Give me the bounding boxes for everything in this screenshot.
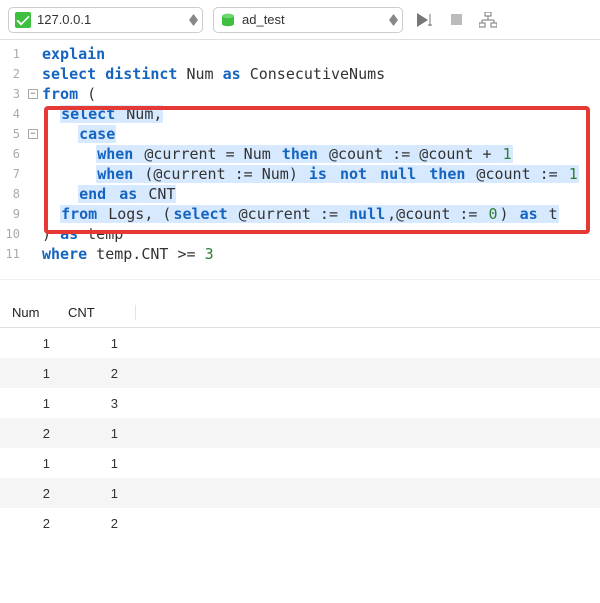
stepper-icon (389, 14, 398, 26)
database-dropdown[interactable]: ad_test (213, 7, 403, 33)
code-text[interactable]: case (40, 124, 600, 144)
cell-num: 1 (0, 456, 68, 471)
line-number: 4 (0, 104, 26, 124)
fold-gutter[interactable]: − (26, 124, 40, 144)
code-line[interactable]: 9 from Logs, (select @current := null,@c… (0, 204, 600, 224)
fold-toggle-icon[interactable]: − (28, 129, 38, 139)
table-row[interactable]: 22 (0, 508, 600, 538)
cell-num: 1 (0, 336, 68, 351)
results-table: Num CNT 11121321112122 (0, 280, 600, 538)
code-text[interactable]: explain (40, 44, 600, 64)
cell-cnt: 2 (68, 366, 136, 381)
run-button[interactable] (413, 9, 435, 31)
fold-gutter (26, 144, 40, 164)
line-number: 5 (0, 124, 26, 144)
code-text[interactable]: from Logs, (select @current := null,@cou… (40, 204, 600, 224)
server-dropdown[interactable]: 127.0.0.1 (8, 7, 203, 33)
code-text[interactable]: when (@current := Num) is not null then … (40, 164, 600, 184)
cell-cnt: 1 (68, 486, 136, 501)
code-text[interactable]: when @current = Num then @count := @coun… (40, 144, 600, 164)
line-number: 7 (0, 164, 26, 184)
cell-num: 2 (0, 516, 68, 531)
code-line[interactable]: 7 when (@current := Num) is not null the… (0, 164, 600, 184)
cell-num: 2 (0, 426, 68, 441)
table-row[interactable]: 11 (0, 448, 600, 478)
sql-editor[interactable]: 1 explain 2 select distinct Num as Consecut… (0, 40, 600, 280)
fold-gutter (26, 104, 40, 124)
fold-toggle-icon[interactable]: − (28, 89, 38, 99)
line-number: 11 (0, 244, 26, 264)
table-row[interactable]: 21 (0, 478, 600, 508)
explain-tree-button[interactable] (477, 9, 499, 31)
cell-cnt: 1 (68, 336, 136, 351)
line-number: 9 (0, 204, 26, 224)
table-row[interactable]: 21 (0, 418, 600, 448)
database-icon (220, 12, 236, 28)
line-number: 2 (0, 64, 26, 84)
code-text[interactable]: end as CNT (40, 184, 600, 204)
cell-num: 1 (0, 366, 68, 381)
code-text[interactable]: ) as temp (40, 224, 600, 244)
code-text[interactable]: select Num, (40, 104, 600, 124)
fold-gutter (26, 204, 40, 224)
line-number: 1 (0, 44, 26, 64)
line-number: 3 (0, 84, 26, 104)
stop-icon (451, 14, 462, 25)
fold-gutter (26, 244, 40, 264)
column-header[interactable]: CNT (68, 305, 136, 320)
code-line[interactable]: 1 explain (0, 44, 600, 64)
fold-gutter[interactable]: − (26, 84, 40, 104)
line-number: 6 (0, 144, 26, 164)
fold-gutter (26, 224, 40, 244)
server-label: 127.0.0.1 (37, 12, 183, 27)
code-line[interactable]: 5− case (0, 124, 600, 144)
server-icon (15, 12, 31, 28)
code-text[interactable]: select distinct Num as ConsecutiveNums (40, 64, 600, 84)
stop-button[interactable] (445, 9, 467, 31)
code-line[interactable]: 6 when @current = Num then @count := @co… (0, 144, 600, 164)
fold-gutter (26, 64, 40, 84)
stepper-icon (189, 14, 198, 26)
database-label: ad_test (242, 12, 383, 27)
fold-gutter (26, 44, 40, 64)
table-row[interactable]: 13 (0, 388, 600, 418)
code-text[interactable]: from ( (40, 84, 600, 104)
fold-gutter (26, 164, 40, 184)
table-header-row: Num CNT (0, 298, 600, 328)
cell-cnt: 1 (68, 456, 136, 471)
code-line[interactable]: 3−from ( (0, 84, 600, 104)
line-number: 10 (0, 224, 26, 244)
line-number: 8 (0, 184, 26, 204)
cell-num: 2 (0, 486, 68, 501)
table-row[interactable]: 11 (0, 328, 600, 358)
cell-cnt: 3 (68, 396, 136, 411)
table-row[interactable]: 12 (0, 358, 600, 388)
fold-gutter (26, 184, 40, 204)
cell-cnt: 1 (68, 426, 136, 441)
column-header[interactable]: Num (0, 305, 68, 320)
code-line[interactable]: 2 select distinct Num as ConsecutiveNums (0, 64, 600, 84)
code-line[interactable]: 4 select Num, (0, 104, 600, 124)
toolbar: 127.0.0.1 ad_test (0, 0, 600, 40)
code-line[interactable]: 11 where temp.CNT >= 3 (0, 244, 600, 264)
cell-num: 1 (0, 396, 68, 411)
cell-cnt: 2 (68, 516, 136, 531)
code-line[interactable]: 10 ) as temp (0, 224, 600, 244)
code-text[interactable]: where temp.CNT >= 3 (40, 244, 600, 264)
code-line[interactable]: 8 end as CNT (0, 184, 600, 204)
